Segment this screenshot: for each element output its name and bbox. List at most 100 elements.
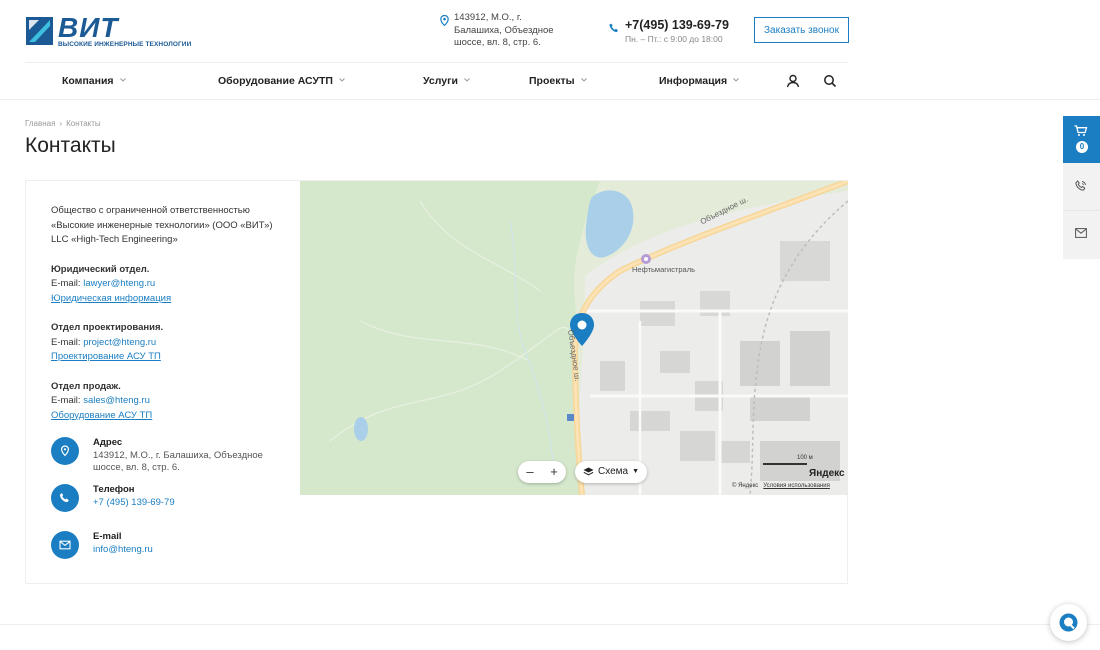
department-title: Отдел проектирования. [51,322,164,333]
cart-widget[interactable]: 0 [1063,116,1100,163]
map-scale-bar [763,463,807,465]
location-pin-icon [60,445,70,457]
chevron-down-icon [464,78,470,82]
company-name: Общество с ограниченной ответственностью… [51,204,281,248]
nav-item-projects[interactable]: Проекты [529,75,587,87]
map-copyright: © Яндекс Условия использования [732,483,830,489]
map-copyright-text: © Яндекс [732,483,759,489]
breadcrumb-current: Контакты [66,119,101,128]
nav-item-label: Оборудование АСУТП [218,75,333,87]
location-pin-icon [440,12,454,50]
phone-label: Телефон [93,484,135,495]
mail-widget[interactable] [1063,211,1100,259]
phone-icon [609,20,619,38]
department-page-link[interactable]: Проектирование АСУ ТП [51,351,161,362]
nav-item-label: Проекты [529,75,575,87]
caret-down-icon: ▼ [632,468,640,475]
department-title: Юридический отдел. [51,263,150,275]
department-title: Отдел продаж. [51,380,121,392]
header-address-text: 143912, М.О., г. Балашиха, Объездное шос… [454,12,554,48]
department-email-link[interactable]: sales@hteng.ru [83,395,150,406]
nav-item-label: Информация [659,75,728,87]
contact-email: E-mail info@hteng.ru [51,531,268,559]
header-phone-number[interactable]: +7(495) 139-69-79 [625,18,729,32]
chevron-down-icon [733,78,739,82]
nav-item-company[interactable]: Компания [62,75,126,87]
department-page-link[interactable]: Юридическая информация [51,293,171,304]
nav-item-services[interactable]: Услуги [423,75,470,87]
email-label: E-mail: [51,395,84,406]
phone-badge [51,484,79,512]
contact-phone: Телефон +7 (495) 139-69-79 [51,484,268,512]
logo-text: ВИТ [58,12,119,43]
company-name-ru: Общество с ограниченной ответственностью… [51,205,273,231]
yandex-map[interactable]: Нефтьмагистраль Объездное ш. Объездное ш… [300,181,848,495]
email-label: E-mail: [51,278,84,289]
company-name-en: LLC «High-Tech Engineering» [51,234,178,245]
callback-widget[interactable] [1063,163,1100,211]
chevron-down-icon [339,78,345,82]
header-address: 143912, М.О., г. Балашиха, Объездное шос… [440,12,560,50]
contacts-card: Общество с ограниченной ответственностью… [25,180,848,584]
email-label: E-mail [93,531,122,542]
search-icon[interactable] [822,73,838,89]
chat-widget-button[interactable] [1050,604,1087,641]
department-page-link[interactable]: Оборудование АСУ ТП [51,410,152,421]
page-title: Контакты [25,134,116,157]
header: ВИТ ВЫСОКИЕ ИНЖЕНЕРНЫЕ ТЕХНОЛОГИИ 143912… [25,0,849,62]
map-brand-logo[interactable]: Яндекс [809,468,845,479]
department-email-link[interactable]: project@hteng.ru [83,337,156,348]
map-scale-label: 100 м [797,455,813,461]
department-sales: Отдел продаж. E-mail: sales@hteng.ru Обо… [51,380,281,424]
address-text: Адрес 143912, М.О., г. Балашиха, Объездн… [93,437,268,475]
logo-mark-icon [26,17,53,45]
email-label: E-mail: [51,336,84,348]
address-label: Адрес [93,437,123,448]
header-divider [0,99,1100,100]
nav-item-label: Услуги [423,75,458,87]
map-terms-link[interactable]: Условия использования [763,483,830,489]
callback-button[interactable]: Заказать звонок [754,17,849,43]
user-icon[interactable] [785,73,801,89]
logo-subtitle: ВЫСОКИЕ ИНЖЕНЕРНЫЕ ТЕХНОЛОГИИ [58,41,192,48]
email-value[interactable]: info@hteng.ru [93,544,268,557]
cart-count-badge: 0 [1076,141,1088,153]
department-email-link[interactable]: lawyer@hteng.ru [83,278,155,289]
chevron-down-icon [580,78,587,82]
cart-icon [1074,125,1088,136]
address-badge [51,437,79,465]
chevron-down-icon [119,78,126,82]
company-info: Общество с ограниченной ответственностью… [51,204,281,438]
map-zoom-in-button[interactable]: + [542,461,566,483]
chat-icon [1059,613,1078,632]
map-zoom-controls: – + [518,461,566,483]
breadcrumb-separator: › [59,119,63,128]
main-nav: Компания Оборудование АСУТП Услуги Проек… [25,62,848,100]
nav-item-information[interactable]: Информация [659,75,739,87]
phone-icon [59,493,69,503]
email-badge [51,531,79,559]
map-scale: 100 м [763,455,813,465]
map-layer-button[interactable]: Схема ▼ [575,461,648,483]
map-poi-label: Нефтьмагистраль [632,265,695,274]
breadcrumb: Главная › Контакты [25,119,101,128]
phone-text: Телефон +7 (495) 139-69-79 [93,484,268,512]
logo[interactable]: ВИТ ВЫСОКИЕ ИНЖЕНЕРНЫЕ ТЕХНОЛОГИИ [25,12,191,50]
email-text: E-mail info@hteng.ru [93,531,268,559]
map-zoom-out-button[interactable]: – [518,461,542,483]
map-layer-label: Схема [598,466,629,477]
footer-divider [0,624,1100,625]
department-design: Отдел проектирования. E-mail: project@ht… [51,321,281,365]
breadcrumb-home[interactable]: Главная [25,119,55,128]
address-value: 143912, М.О., г. Балашиха, Объездное шос… [93,449,263,474]
header-phone-hours: Пн. – Пт.: с 9:00 до 18:00 [625,34,723,44]
nav-item-equipment[interactable]: Оборудование АСУТП [218,75,345,87]
phone-value[interactable]: +7 (495) 139-69-79 [93,497,268,510]
mail-icon [59,540,71,550]
department-legal: Юридический отдел. E-mail: lawyer@hteng.… [51,263,281,307]
mail-icon [1075,228,1087,238]
contact-address: Адрес 143912, М.О., г. Балашиха, Объездн… [51,437,268,475]
layers-icon [583,467,594,476]
nav-item-label: Компания [62,75,114,87]
phone-call-icon [1075,180,1086,191]
